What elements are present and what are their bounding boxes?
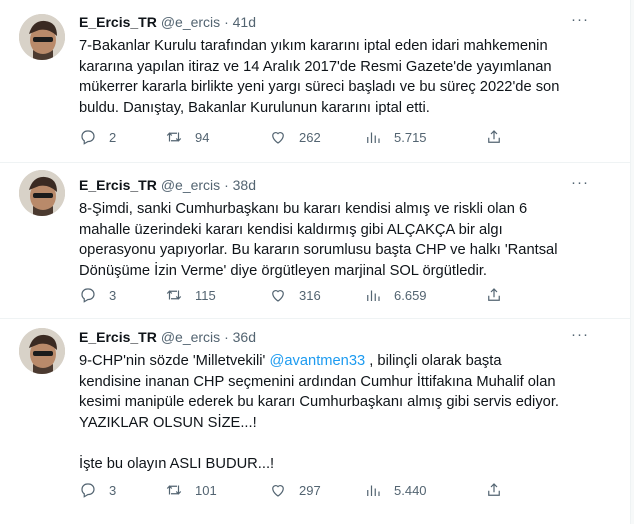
retweet-icon	[166, 485, 182, 495]
retweet-button[interactable]: 115	[165, 285, 216, 305]
tweet-text: 8-Şimdi, sanki Cumhurbaşkanı bu kararı k…	[79, 201, 558, 279]
timestamp[interactable]: 38d	[233, 177, 256, 193]
like-icon	[272, 290, 284, 302]
share-button[interactable]	[485, 285, 503, 305]
author-handle[interactable]: @e_ercis	[161, 329, 220, 345]
like-icon	[272, 132, 284, 144]
timestamp[interactable]: 41d	[233, 14, 256, 30]
retweet-icon	[166, 290, 182, 300]
like-count: 316	[299, 287, 321, 303]
share-icon	[488, 483, 500, 496]
author-name[interactable]: E_Ercis_TR	[79, 329, 157, 345]
avatar[interactable]	[19, 14, 65, 60]
tweet[interactable]: E_Ercis_TR @e_ercis · 41d ··· 7-Bakanlar …	[0, 0, 634, 163]
retweet-count: 94	[195, 129, 210, 145]
tweet-actions: 3 101 297 5.440	[79, 480, 519, 500]
mention-link[interactable]: @avantmen33	[269, 353, 365, 369]
views-icon	[367, 485, 380, 496]
author-handle[interactable]: @e_ercis	[161, 177, 220, 193]
separator: ·	[224, 14, 229, 30]
views-count: 6.659	[394, 287, 427, 303]
reply-count: 3	[109, 287, 117, 303]
share-button[interactable]	[485, 480, 503, 500]
tweet[interactable]: E_Ercis_TR @e_ercis · 36d ··· 9-CHP'nin s…	[0, 319, 634, 524]
reply-button[interactable]: 3	[79, 285, 116, 305]
author-handle[interactable]: @e_ercis	[161, 14, 220, 30]
share-icon	[488, 288, 500, 301]
views-button[interactable]: 5.440	[364, 480, 427, 500]
views-icon	[367, 132, 380, 143]
more-icon[interactable]: ···	[571, 327, 589, 342]
more-icon[interactable]: ···	[571, 175, 589, 190]
like-button[interactable]: 262	[269, 127, 321, 147]
reply-icon	[81, 483, 95, 498]
views-count: 5.715	[394, 129, 427, 145]
tweet-text-part: 9-CHP'nin sözde 'Milletvekili'	[79, 353, 270, 369]
tweet-header: E_Ercis_TR @e_ercis · 38d	[79, 176, 256, 194]
tweet-text: 9-CHP'nin sözde 'Milletvekili' @avantmen…	[79, 351, 579, 474]
avatar[interactable]	[19, 328, 65, 374]
like-count: 297	[299, 482, 321, 498]
retweet-count: 115	[195, 287, 216, 303]
like-icon	[272, 485, 284, 497]
like-button[interactable]: 316	[269, 285, 321, 305]
scrollbar[interactable]	[630, 0, 634, 524]
more-icon[interactable]: ···	[571, 12, 589, 27]
retweet-icon	[166, 132, 182, 142]
separator: ·	[224, 329, 229, 345]
avatar[interactable]	[19, 170, 65, 216]
reply-button[interactable]: 3	[79, 480, 116, 500]
reply-button[interactable]: 2	[79, 127, 116, 147]
views-icon	[367, 290, 380, 301]
author-name[interactable]: E_Ercis_TR	[79, 177, 157, 193]
share-button[interactable]	[485, 127, 503, 147]
tweet-actions: 3 115 316 6.659	[79, 285, 519, 305]
tweet-actions: 2 94 262 5.715	[79, 127, 519, 147]
timeline: E_Ercis_TR @e_ercis · 41d ··· 7-Bakanlar …	[0, 0, 634, 524]
tweet-header: E_Ercis_TR @e_ercis · 36d	[79, 328, 256, 346]
like-button[interactable]: 297	[269, 480, 321, 500]
tweet-text: 7-Bakanlar Kurulu tarafından yıkım karar…	[79, 38, 560, 116]
tweet-header: E_Ercis_TR @e_ercis · 41d	[79, 13, 256, 31]
like-count: 262	[299, 129, 321, 145]
retweet-count: 101	[195, 482, 217, 498]
reply-count: 2	[109, 129, 117, 145]
tweet-text-part: , bilinçli olarak başta kendisine inanan…	[79, 353, 559, 472]
retweet-button[interactable]: 94	[165, 127, 209, 147]
author-name[interactable]: E_Ercis_TR	[79, 14, 157, 30]
reply-icon	[81, 288, 95, 303]
reply-icon	[81, 130, 95, 145]
views-count: 5.440	[394, 482, 427, 498]
separator: ·	[224, 177, 229, 193]
tweet[interactable]: E_Ercis_TR @e_ercis · 38d ··· 8-Şimdi, sa…	[0, 163, 634, 319]
views-button[interactable]: 6.659	[364, 285, 427, 305]
retweet-button[interactable]: 101	[165, 480, 217, 500]
reply-count: 3	[109, 482, 117, 498]
views-button[interactable]: 5.715	[364, 127, 427, 147]
share-icon	[488, 130, 500, 143]
timestamp[interactable]: 36d	[233, 329, 256, 345]
